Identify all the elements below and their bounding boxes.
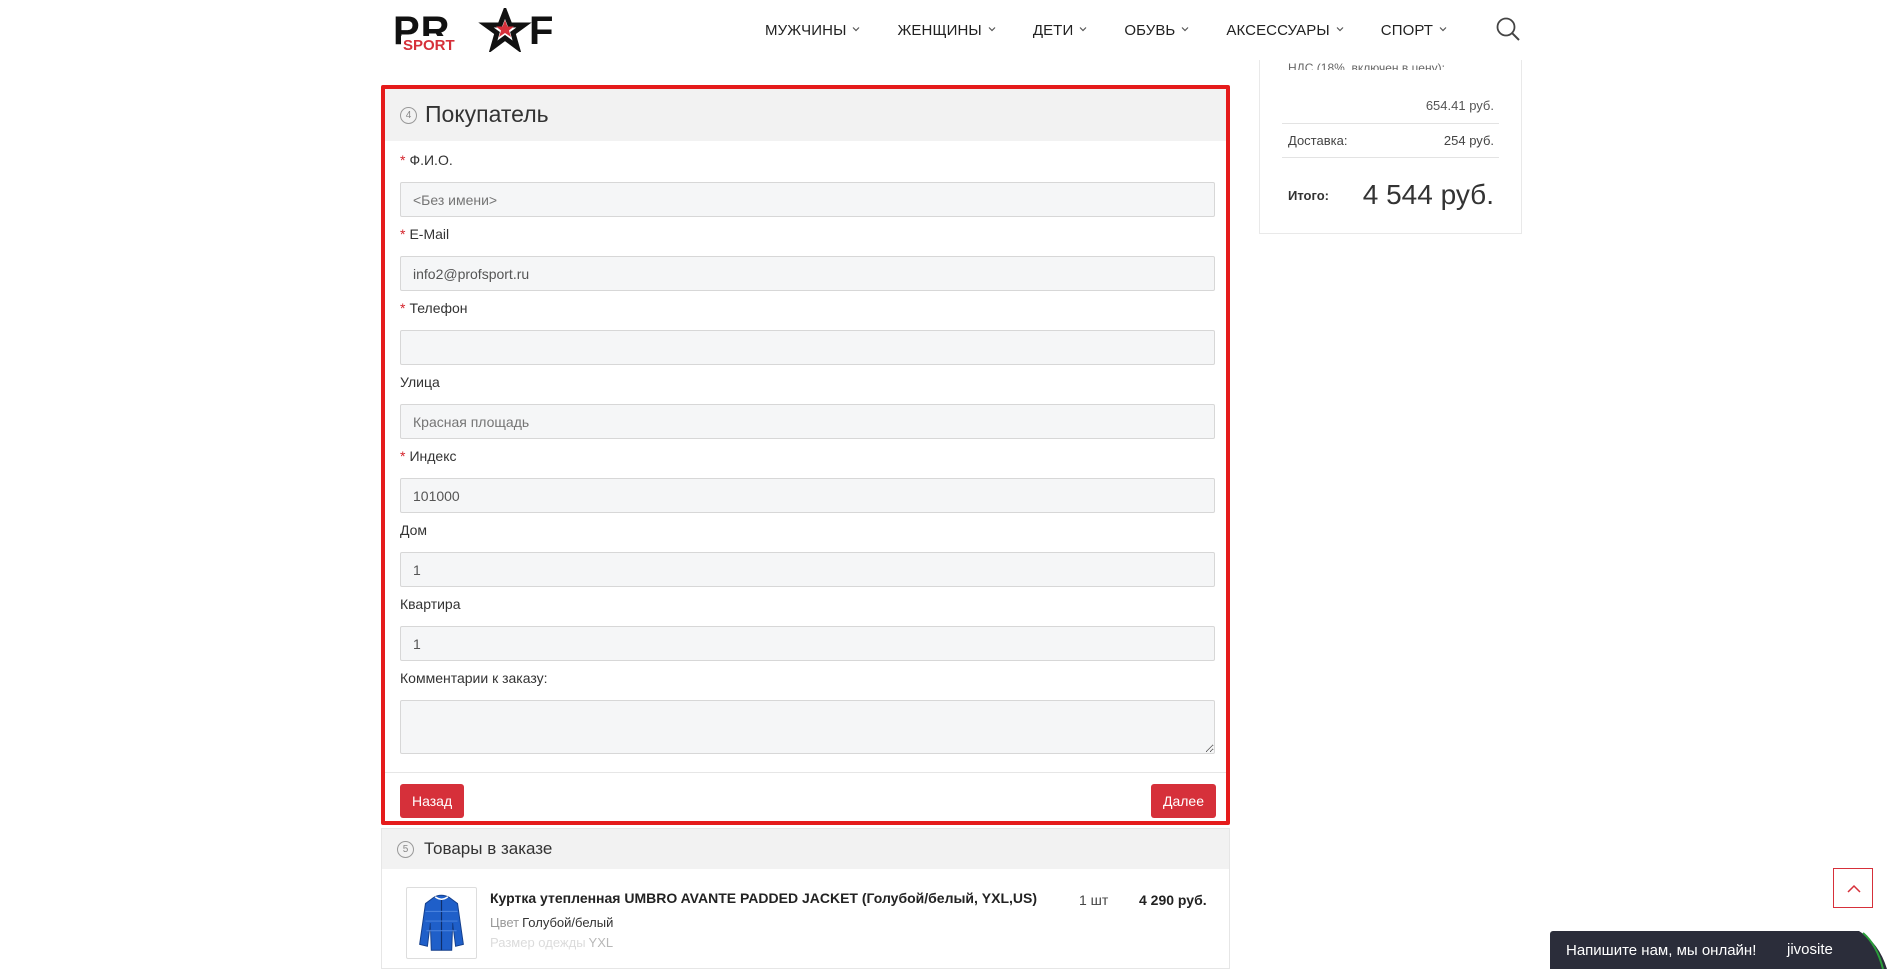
chevron-up-icon xyxy=(1847,884,1861,893)
street-field-group: Улица xyxy=(400,374,1215,439)
chevron-down-icon xyxy=(1439,27,1447,32)
field-label: * Индекс xyxy=(400,448,457,464)
nav-item-accessories[interactable]: АКСЕССУАРЫ xyxy=(1226,22,1344,39)
jivosite-logo: jivosite xyxy=(1787,941,1833,958)
step-number-badge: 5 xyxy=(397,841,414,858)
property-key: Цвет xyxy=(490,915,520,930)
full-name-field-group: * Ф.И.О. xyxy=(400,152,1215,217)
required-mark: * xyxy=(400,226,406,242)
divider xyxy=(1282,123,1499,124)
divider xyxy=(385,772,1226,773)
divider xyxy=(1282,157,1499,158)
chat-widget[interactable]: Напишите нам, мы онлайн! jivosite xyxy=(1550,931,1887,969)
phone-input[interactable] xyxy=(400,330,1215,365)
total-label: Итого: xyxy=(1288,188,1329,203)
property-value: YXL xyxy=(588,935,614,950)
svg-text:F: F xyxy=(529,9,553,52)
search-icon[interactable] xyxy=(1495,16,1521,42)
nds-label: НДС (18%, включен в цену): xyxy=(1288,62,1445,70)
email-input[interactable] xyxy=(400,256,1215,291)
chevron-down-icon xyxy=(988,27,996,32)
buyer-section-header[interactable]: 4 Покупатель xyxy=(385,89,1226,141)
product-name[interactable]: Куртка утепленная UMBRO AVANTE PADDED JA… xyxy=(490,890,1037,906)
nav-item-label: АКСЕССУАРЫ xyxy=(1226,21,1330,39)
product-price: 4 290 руб. xyxy=(1139,892,1207,908)
nav-item-label: ЖЕНЩИНЫ xyxy=(897,21,982,39)
scroll-to-top-button[interactable] xyxy=(1833,868,1873,908)
svg-text:SPORT: SPORT xyxy=(403,37,455,52)
required-mark: * xyxy=(400,152,406,168)
order-summary: НДС (18%, включен в цену): 654.41 руб. Д… xyxy=(1259,60,1522,234)
nav-item-label: ОБУВЬ xyxy=(1124,21,1176,39)
field-label: * E-Mail xyxy=(400,226,450,242)
product-property: Размер одежды YXL xyxy=(490,935,613,950)
next-button[interactable]: Далее xyxy=(1150,784,1216,818)
delivery-value: 254 руб. xyxy=(1443,133,1494,148)
main-nav: МУЖЧИНЫ ЖЕНЩИНЫ ДЕТИ ОБУВЬ АКСЕССУАРЫ СП… xyxy=(765,0,1484,60)
nav-item-men[interactable]: МУЖЧИНЫ xyxy=(765,22,861,39)
nav-item-label: СПОРТ xyxy=(1380,21,1434,39)
house-field-group: Дом xyxy=(400,522,1215,587)
section-title: Покупатель xyxy=(425,101,549,127)
order-items-header[interactable]: 5 Товары в заказе xyxy=(382,829,1229,869)
nav-item-kids[interactable]: ДЕТИ xyxy=(1033,22,1089,39)
buyer-section: 4 Покупатель *Ф.И.О. *E-Mail *Телефон Ул… xyxy=(381,85,1230,825)
delivery-label: Доставка: xyxy=(1288,133,1348,148)
chevron-down-icon xyxy=(1079,27,1087,32)
back-button[interactable]: Назад xyxy=(400,784,465,818)
nav-item-sport[interactable]: СПОРТ xyxy=(1381,22,1448,39)
site-header: PR F SPORT МУЖЧИНЫ ЖЕНЩИНЫ ДЕТИ ОБУВЬ АК… xyxy=(0,0,1887,60)
nav-item-label: МУЖЧИНЫ xyxy=(765,21,847,39)
postal-code-field-group: * Индекс xyxy=(400,448,1215,513)
field-label: Комментарии к заказу: xyxy=(400,670,548,686)
comment-field-group: Комментарии к заказу: xyxy=(400,670,1215,754)
chat-decoration-icon xyxy=(1859,931,1887,969)
product-quantity: 1 шт xyxy=(1079,892,1109,908)
postal-code-input[interactable] xyxy=(400,478,1215,513)
nav-item-women[interactable]: ЖЕНЩИНЫ xyxy=(897,22,996,39)
nav-item-shoes[interactable]: ОБУВЬ xyxy=(1124,22,1190,39)
nds-value: 654.41 руб. xyxy=(1425,98,1494,113)
full-name-input[interactable] xyxy=(400,182,1215,217)
profsport-logo[interactable]: PR F SPORT xyxy=(393,8,569,52)
field-label: * Ф.И.О. xyxy=(400,152,453,168)
apartment-input[interactable] xyxy=(400,626,1215,661)
field-label: Дом xyxy=(400,522,428,538)
phone-field-group: * Телефон xyxy=(400,300,1215,365)
chevron-down-icon xyxy=(1336,27,1344,32)
product-property: Цвет Голубой/белый xyxy=(490,915,613,930)
field-label: * Телефон xyxy=(400,300,468,316)
product-image[interactable] xyxy=(406,887,477,959)
email-field-group: * E-Mail xyxy=(400,226,1215,291)
order-items-section: 5 Товары в заказе Куртка утепленная UMBR… xyxy=(381,828,1230,969)
house-input[interactable] xyxy=(400,552,1215,587)
field-label: Квартира xyxy=(400,596,461,612)
total-value: 4 544 руб. xyxy=(1362,179,1494,210)
required-mark: * xyxy=(400,448,406,464)
chat-label: Напишите нам, мы онлайн! xyxy=(1566,942,1757,959)
required-mark: * xyxy=(400,300,406,316)
field-label: Улица xyxy=(400,374,440,390)
nav-item-label: ДЕТИ xyxy=(1032,21,1074,39)
apartment-field-group: Квартира xyxy=(400,596,1215,661)
street-input[interactable] xyxy=(400,404,1215,439)
step-number-badge: 4 xyxy=(400,107,417,124)
property-value: Голубой/белый xyxy=(522,915,614,930)
chevron-down-icon xyxy=(1181,27,1189,32)
order-comment-textarea[interactable] xyxy=(400,700,1215,754)
section-title: Товары в заказе xyxy=(424,839,553,858)
chevron-down-icon xyxy=(853,27,860,32)
property-key: Размер одежды xyxy=(490,935,586,950)
